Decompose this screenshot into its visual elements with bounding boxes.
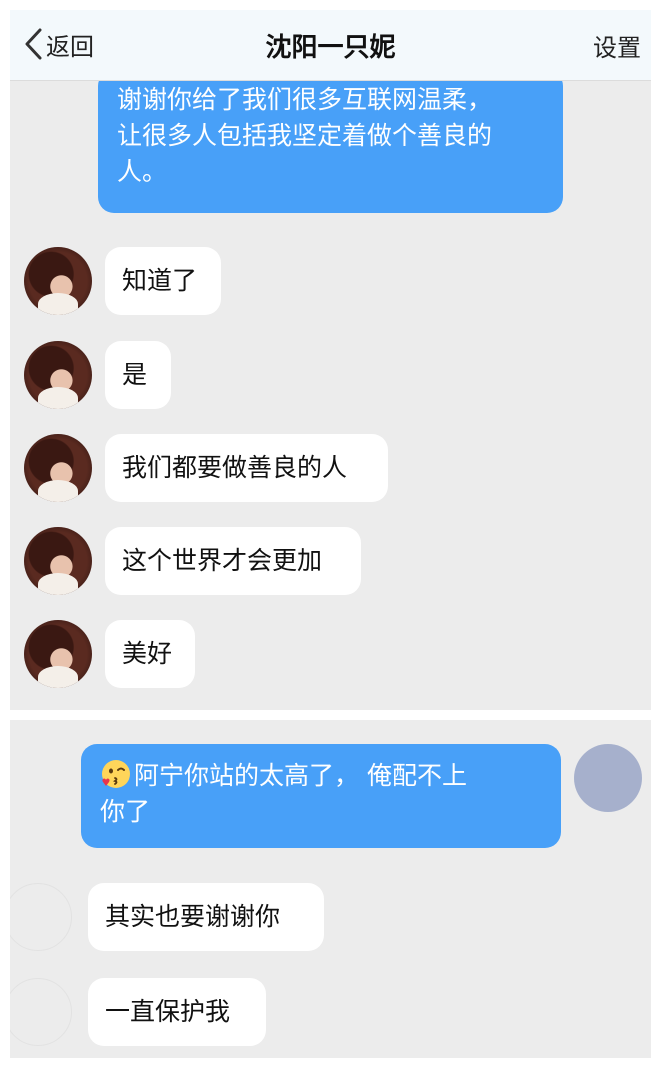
- contact-avatar[interactable]: [24, 527, 92, 595]
- chat-screenshot-bottom: 阿宁你站的太高了， 俺配不上 你了 其实也要谢谢你 一直保护我: [10, 720, 651, 1058]
- message-text: 其实也要谢谢你: [105, 902, 281, 931]
- message-text: 这个世界才会更加: [122, 546, 323, 575]
- message-bubble-incoming[interactable]: 美好: [105, 620, 195, 688]
- chat-screenshot-top: 谢谢你给了我们很多互联网温柔， 让很多人包括我坚定着做个善良的 人。 返回 沈阳…: [10, 10, 651, 710]
- contact-avatar[interactable]: [10, 978, 72, 1046]
- contact-avatar[interactable]: [10, 883, 72, 951]
- message-bubble-incoming[interactable]: 其实也要谢谢你: [88, 883, 324, 951]
- message-bubble-incoming[interactable]: 知道了: [105, 247, 221, 315]
- message-bubble-outgoing[interactable]: 谢谢你给了我们很多互联网温柔， 让很多人包括我坚定着做个善良的 人。: [98, 70, 563, 213]
- message-bubble-incoming[interactable]: 我们都要做善良的人: [105, 434, 388, 502]
- message-text: 一直保护我: [105, 997, 231, 1026]
- chat-title: 沈阳一只妮: [265, 33, 396, 63]
- message-bubble-incoming[interactable]: 这个世界才会更加: [105, 527, 361, 595]
- message-text: 阿宁你站的太高了， 俺配不上 你了: [100, 761, 467, 826]
- message-text: 美好: [122, 639, 173, 668]
- message-bubble-incoming[interactable]: 一直保护我: [88, 978, 266, 1046]
- message-text: 我们都要做善良的人: [122, 453, 348, 482]
- message-bubble-outgoing[interactable]: 阿宁你站的太高了， 俺配不上 你了: [81, 744, 561, 848]
- chat-header: 返回 沈阳一只妮 设置: [10, 10, 651, 81]
- contact-avatar[interactable]: [24, 341, 92, 409]
- contact-avatar[interactable]: [24, 620, 92, 688]
- message-bubble-incoming[interactable]: 是: [105, 341, 171, 409]
- settings-button[interactable]: 设置: [593, 28, 641, 63]
- contact-avatar[interactable]: [24, 247, 92, 315]
- message-text: 是: [122, 360, 148, 389]
- message-text: 知道了: [122, 266, 198, 295]
- message-text: 谢谢你给了我们很多互联网温柔， 让很多人包括我坚定着做个善良的 人。: [117, 85, 493, 186]
- user-avatar[interactable]: [574, 744, 642, 812]
- kissing-face-with-heart-icon: [102, 760, 130, 788]
- contact-avatar[interactable]: [24, 434, 92, 502]
